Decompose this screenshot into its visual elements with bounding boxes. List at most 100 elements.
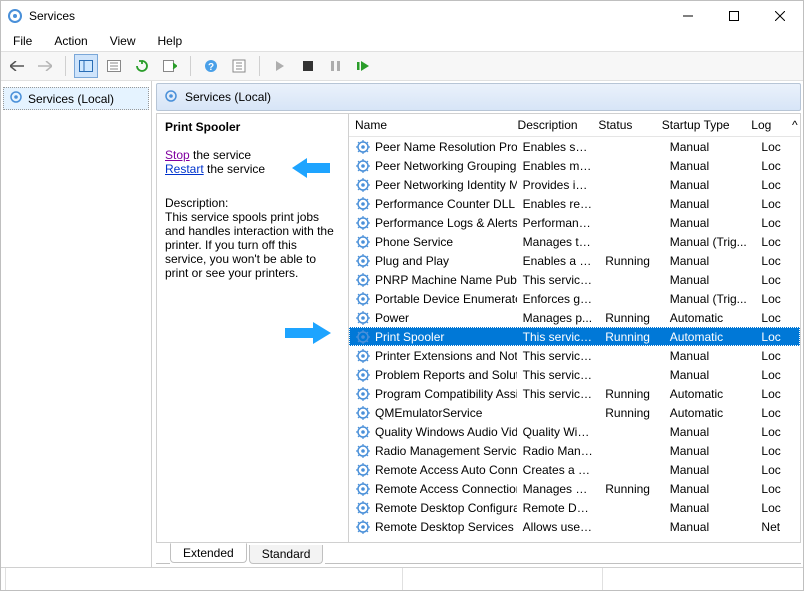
description-text: This service spools print jobs and handl… [165,210,340,280]
service-name-cell: Problem Reports and Soluti... [375,368,517,382]
menu-action[interactable]: Action [50,32,91,50]
service-startup-cell: Automatic [664,406,756,420]
toolbar-separator [190,56,191,76]
services-window: Services File Action View Help ? [0,0,804,591]
service-startup-cell: Automatic [664,330,756,344]
service-row[interactable]: Portable Device Enumerator...Enforces gr… [349,289,800,308]
service-logon-cell: Loc [755,330,800,344]
column-header-logon[interactable]: Log [745,118,789,132]
service-row[interactable]: Phone ServiceManages th...Manual (Trig..… [349,232,800,251]
service-logon-cell: Loc [755,216,800,230]
service-row[interactable]: Peer Networking Identity M...Provides id… [349,175,800,194]
service-logon-cell: Loc [755,368,800,382]
column-header-description[interactable]: Description [512,118,593,132]
service-description-cell: Radio Mana... [517,444,600,458]
service-row[interactable]: Remote Access Auto Conne...Creates a co.… [349,460,800,479]
help-index-button[interactable] [227,54,251,78]
restart-suffix: the service [204,162,265,176]
service-name-cell: Remote Access Auto Conne... [375,463,517,477]
service-row[interactable]: Peer Networking GroupingEnables mul...Ma… [349,156,800,175]
view-tabs: Extended Standard [156,544,801,564]
service-logon-cell: Loc [755,254,800,268]
show-hide-tree-button[interactable] [74,54,98,78]
stop-service-link[interactable]: Stop [165,148,190,162]
service-startup-cell: Manual [664,463,756,477]
window-title: Services [29,9,665,23]
service-row[interactable]: Print SpoolerThis service ...RunningAuto… [349,327,800,346]
service-row[interactable]: Program Compatibility Assi...This servic… [349,384,800,403]
service-gear-icon [355,462,371,478]
service-description-cell: Enables rem... [517,197,600,211]
menu-help[interactable]: Help [154,32,187,50]
service-description-cell: Manages di... [517,482,600,496]
service-row[interactable]: Performance Counter DLL ...Enables rem..… [349,194,800,213]
tree-item-services-local[interactable]: Services (Local) [3,87,149,110]
service-row[interactable]: Quality Windows Audio Vid...Quality Win.… [349,422,800,441]
service-name-cell: Radio Management Service [375,444,517,458]
tab-extended[interactable]: Extended [170,543,247,563]
service-logon-cell: Loc [755,482,800,496]
service-row[interactable]: PowerManages p...RunningAutomaticLoc [349,308,800,327]
service-info-panel: Print Spooler Stop the service Restart t… [157,114,348,542]
column-header-startup[interactable]: Startup Type [656,118,746,132]
export-list-button[interactable] [158,54,182,78]
close-button[interactable] [757,1,803,31]
right-pane: Services (Local) Print Spooler Stop the … [152,81,803,567]
service-status-cell: Running [599,482,664,496]
service-row[interactable]: Problem Reports and Soluti...This servic… [349,365,800,384]
refresh-button[interactable] [130,54,154,78]
service-row[interactable]: Peer Name Resolution Prot...Enables serv… [349,137,800,156]
service-logon-cell: Loc [755,349,800,363]
properties-button[interactable] [102,54,126,78]
service-row[interactable]: Performance Logs & AlertsPerformanc...Ma… [349,213,800,232]
restart-service-link[interactable]: Restart [165,162,204,176]
service-logon-cell: Loc [755,444,800,458]
nav-forward-button[interactable] [33,54,57,78]
service-description-cell: This service ... [517,368,600,382]
service-gear-icon [355,500,371,516]
list-body[interactable]: Peer Name Resolution Prot...Enables serv… [349,137,800,542]
service-description-cell: This service ... [517,330,600,344]
tab-standard[interactable]: Standard [249,545,324,564]
details-header: Services (Local) [156,83,801,111]
minimize-button[interactable] [665,1,711,31]
content-area: Services (Local) Services (Local) Print … [1,81,803,567]
toolbar-separator [65,56,66,76]
service-gear-icon [355,481,371,497]
nav-back-button[interactable] [5,54,29,78]
service-row[interactable]: Plug and PlayEnables a c...RunningManual… [349,251,800,270]
stop-service-line: Stop the service [165,148,340,162]
restart-service-button[interactable] [352,54,376,78]
service-name-cell: Peer Networking Identity M... [375,178,517,192]
details-body: Print Spooler Stop the service Restart t… [156,113,801,543]
service-gear-icon [355,253,371,269]
description-label: Description: [165,196,340,210]
start-service-button[interactable] [268,54,292,78]
service-gear-icon [355,405,371,421]
service-gear-icon [355,386,371,402]
service-row[interactable]: QMEmulatorServiceRunningAutomaticLoc [349,403,800,422]
service-row[interactable]: Printer Extensions and Notif...This serv… [349,346,800,365]
service-name-cell: Remote Desktop Services [375,520,514,534]
service-startup-cell: Manual (Trig... [664,235,756,249]
column-header-name[interactable]: Name [349,118,512,132]
service-row[interactable]: Radio Management ServiceRadio Mana...Man… [349,441,800,460]
menu-file[interactable]: File [9,32,36,50]
service-description-cell: Performanc... [517,216,600,230]
help-button[interactable]: ? [199,54,223,78]
service-description-cell: Provides ide... [517,178,600,192]
service-row[interactable]: Remote Access Connection...Manages di...… [349,479,800,498]
menu-view[interactable]: View [106,32,140,50]
column-header-status[interactable]: Status [592,118,655,132]
stop-service-button[interactable] [296,54,320,78]
service-row[interactable]: Remote Desktop Configurat...Remote Des..… [349,498,800,517]
pause-service-button[interactable] [324,54,348,78]
service-description-cell: This service ... [517,349,600,363]
service-name-cell: Quality Windows Audio Vid... [375,425,517,439]
service-row[interactable]: Remote Desktop ServicesAllows user...Man… [349,517,800,536]
service-description-cell: Allows user... [517,520,600,534]
maximize-button[interactable] [711,1,757,31]
service-row[interactable]: PNRP Machine Name Publi...This service .… [349,270,800,289]
service-name-cell: Power [375,311,409,325]
service-name-cell: Performance Logs & Alerts [375,216,517,230]
